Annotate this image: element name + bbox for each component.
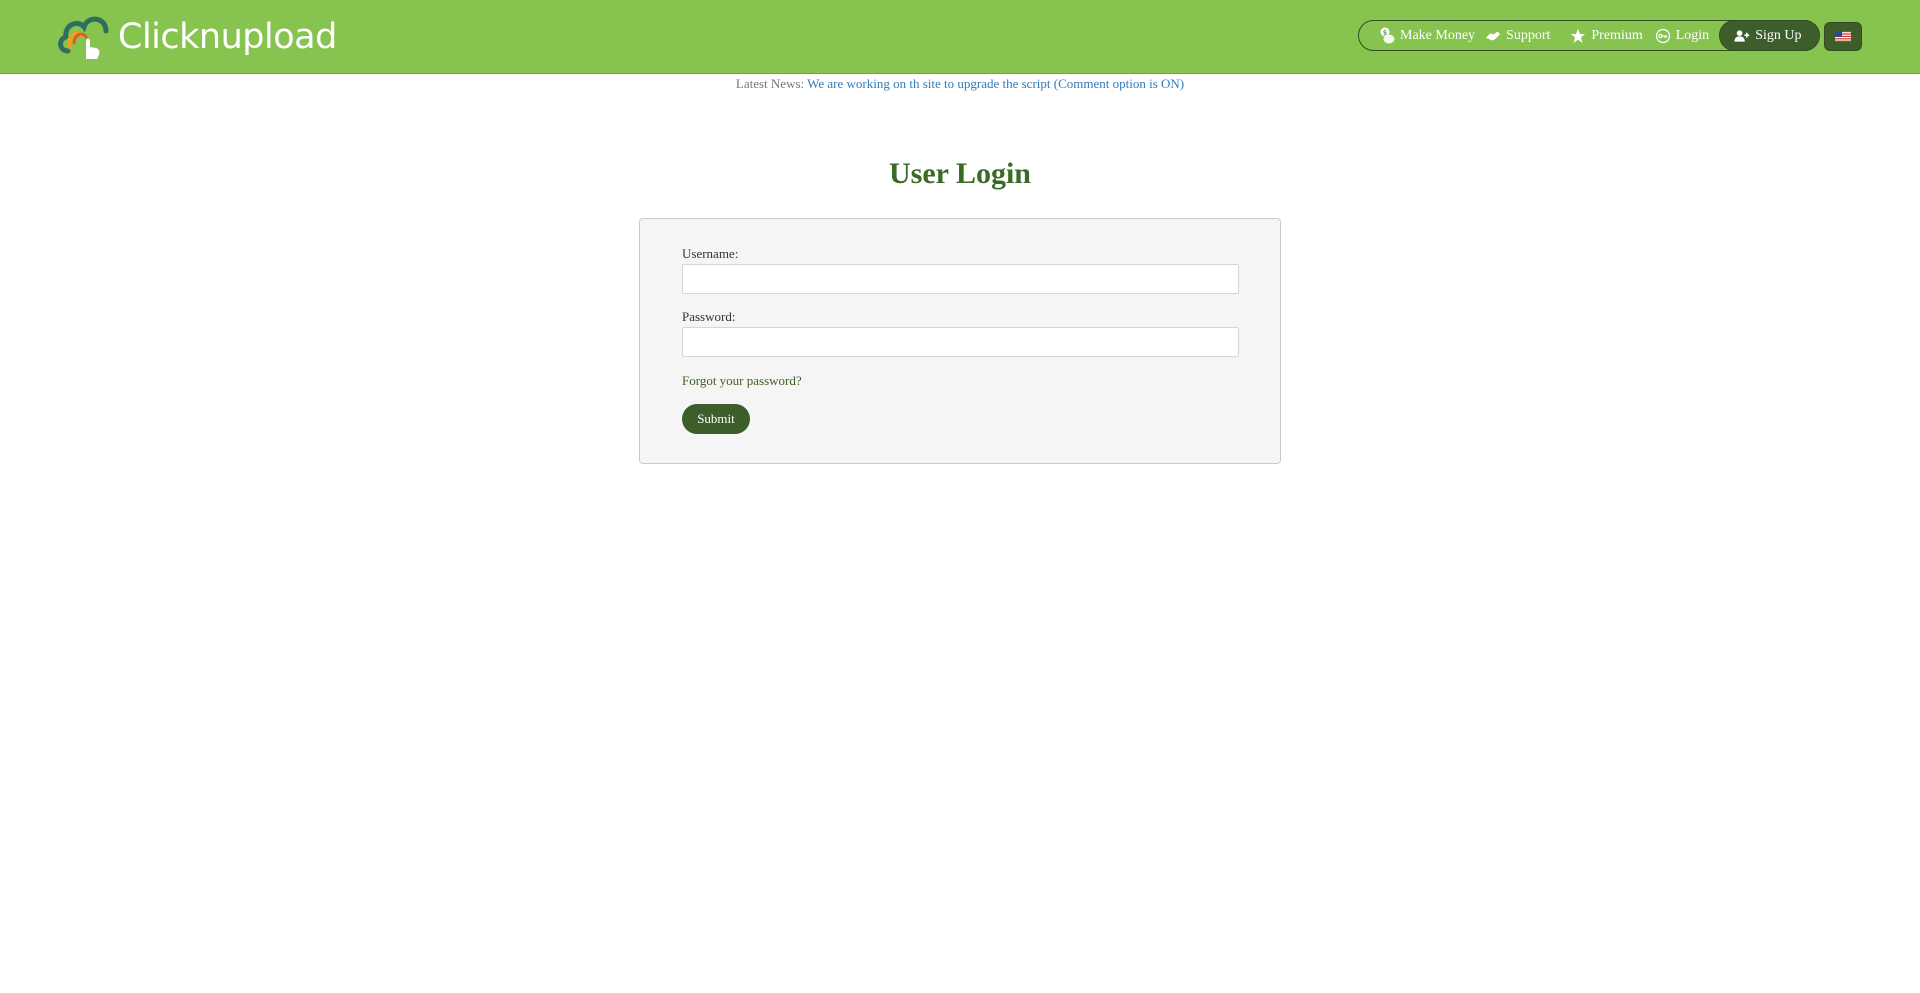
handshake-icon (1485, 28, 1501, 44)
main-nav: $ Make Money Support Premium Login Sign … (1358, 20, 1821, 51)
latest-news-bar: Latest News: We are working on th site t… (0, 76, 1920, 92)
news-label: Latest News: (735, 76, 805, 91)
username-input[interactable] (682, 264, 1239, 294)
logo-text: Clicknupload (118, 16, 337, 57)
password-input[interactable] (682, 327, 1239, 357)
site-logo[interactable]: Clicknupload (56, 12, 337, 62)
nav-support[interactable]: Support (1485, 21, 1550, 50)
nav-login-label: Login (1675, 27, 1710, 43)
forgot-password-link[interactable]: Forgot your password? (682, 373, 802, 389)
nav-support-label: Support (1506, 27, 1551, 43)
star-icon (1570, 28, 1586, 44)
user-plus-icon (1734, 28, 1750, 44)
login-form-panel: Username: Password: Forgot your password… (639, 218, 1281, 464)
nav-signup-label: Sign Up (1755, 27, 1802, 43)
news-link[interactable]: We are working on th site to upgrade the… (807, 76, 1184, 91)
cloud-hand-logo-icon (58, 16, 109, 59)
nav-make-money-label: Make Money (1400, 27, 1476, 43)
username-label: Username: (682, 246, 739, 261)
nav-premium-label: Premium (1591, 27, 1643, 43)
money-bag-icon: $ (1379, 27, 1395, 44)
site-header: Clicknupload $ Make Money Support Premiu… (0, 0, 1920, 74)
nav-make-money[interactable]: $ Make Money (1379, 21, 1475, 50)
submit-button[interactable]: Submit (682, 404, 750, 434)
us-flag-icon (1835, 31, 1851, 42)
nav-signup-button[interactable]: Sign Up (1719, 20, 1821, 51)
key-login-icon (1655, 28, 1671, 44)
nav-premium[interactable]: Premium (1570, 21, 1643, 50)
language-selector[interactable] (1824, 22, 1862, 51)
page-title: User Login (889, 157, 1031, 190)
nav-login[interactable]: Login (1655, 21, 1709, 50)
password-label: Password: (682, 309, 736, 324)
